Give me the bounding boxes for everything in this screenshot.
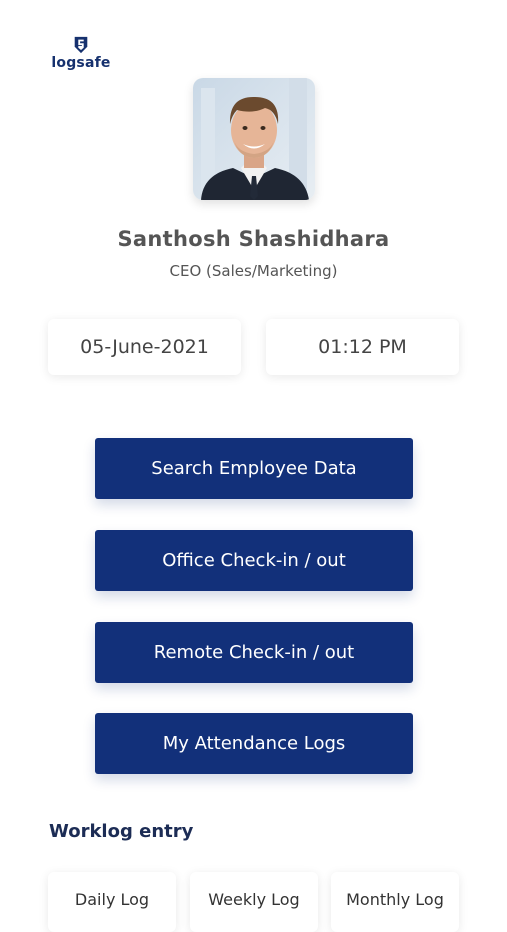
- time-card: 01:12 PM: [266, 319, 459, 375]
- current-time: 01:12 PM: [318, 336, 407, 358]
- profile-name: Santhosh Shashidhara: [117, 227, 390, 251]
- brand-name: logsafe: [51, 55, 111, 71]
- weekly-log-card[interactable]: Weekly Log: [190, 872, 318, 932]
- monthly-log-card[interactable]: Monthly Log: [331, 872, 459, 932]
- worklog-section-title: Worklog entry: [49, 821, 194, 842]
- avatar: [193, 78, 315, 200]
- my-attendance-logs-button[interactable]: My Attendance Logs: [95, 713, 413, 774]
- office-check-in-out-button[interactable]: Office Check-in / out: [95, 530, 413, 591]
- search-employee-data-button[interactable]: Search Employee Data: [95, 438, 413, 499]
- shield-icon: [74, 36, 88, 54]
- date-card: 05-June-2021: [48, 319, 241, 375]
- remote-check-in-out-button[interactable]: Remote Check-in / out: [95, 622, 413, 683]
- profile-role: CEO (Sales/Marketing): [169, 262, 338, 280]
- logo: logsafe: [48, 36, 114, 71]
- current-date: 05-June-2021: [80, 336, 209, 358]
- daily-log-card[interactable]: Daily Log: [48, 872, 176, 932]
- user-photo: [193, 78, 315, 200]
